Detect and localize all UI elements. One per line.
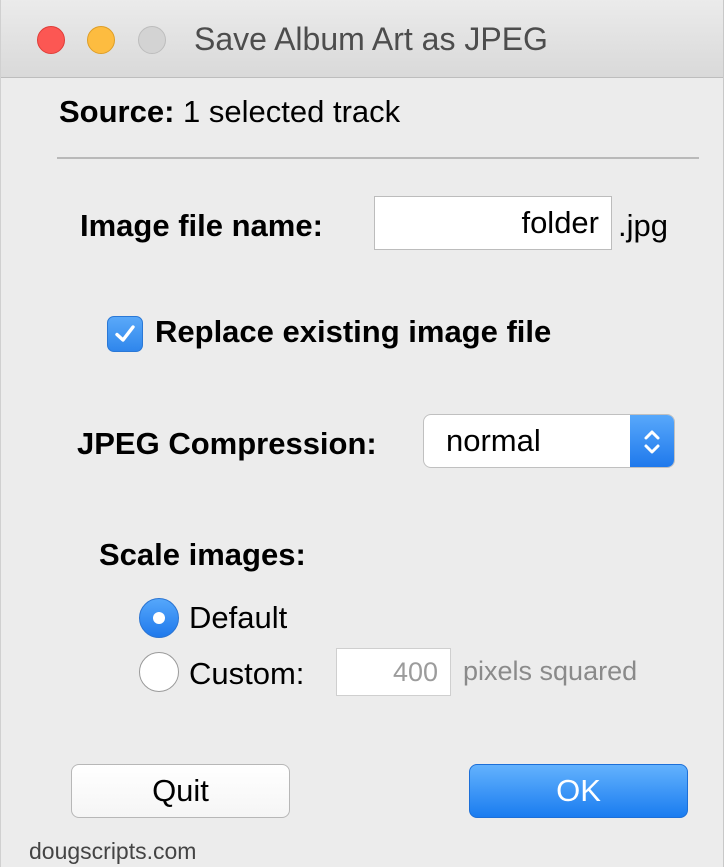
compression-selected-value: normal	[446, 423, 541, 458]
zoom-window-button	[138, 26, 166, 54]
footer-credit: dougscripts.com	[29, 838, 197, 864]
replace-checkbox-label[interactable]: Replace existing image file	[155, 314, 551, 350]
compression-label: JPEG Compression:	[77, 426, 377, 461]
custom-size-unit: pixels squared	[463, 656, 638, 686]
minimize-window-button[interactable]	[87, 26, 115, 54]
radio-custom-label[interactable]: Custom:	[189, 656, 304, 692]
compression-select[interactable]: normal	[423, 414, 675, 468]
divider	[57, 157, 699, 159]
file-extension: .jpg	[618, 208, 668, 243]
dialog-window: Save Album Art as JPEG Source: 1 selecte…	[0, 0, 724, 867]
source-value: 1 selected track	[183, 94, 401, 129]
checkmark-icon	[115, 325, 135, 342]
window-title: Save Album Art as JPEG	[194, 21, 548, 57]
source-line: Source: 1 selected track	[59, 94, 400, 130]
radio-dot-icon	[153, 612, 165, 624]
filename-label: Image file name:	[80, 208, 323, 243]
select-stepper-icon[interactable]	[630, 415, 674, 467]
scale-images-label: Scale images:	[99, 537, 306, 572]
custom-size-input[interactable]	[336, 648, 451, 696]
radio-custom[interactable]	[139, 652, 179, 692]
title-bar[interactable]: Save Album Art as JPEG	[1, 0, 723, 78]
ok-button[interactable]: OK	[469, 764, 688, 818]
radio-default-label[interactable]: Default	[189, 600, 287, 636]
filename-input[interactable]	[374, 196, 612, 250]
quit-button[interactable]: Quit	[71, 764, 290, 818]
close-window-button[interactable]	[37, 26, 65, 54]
source-label: Source:	[59, 94, 175, 129]
replace-checkbox[interactable]	[107, 316, 143, 352]
up-down-chevron-icon	[644, 430, 660, 454]
radio-default[interactable]	[139, 598, 179, 638]
